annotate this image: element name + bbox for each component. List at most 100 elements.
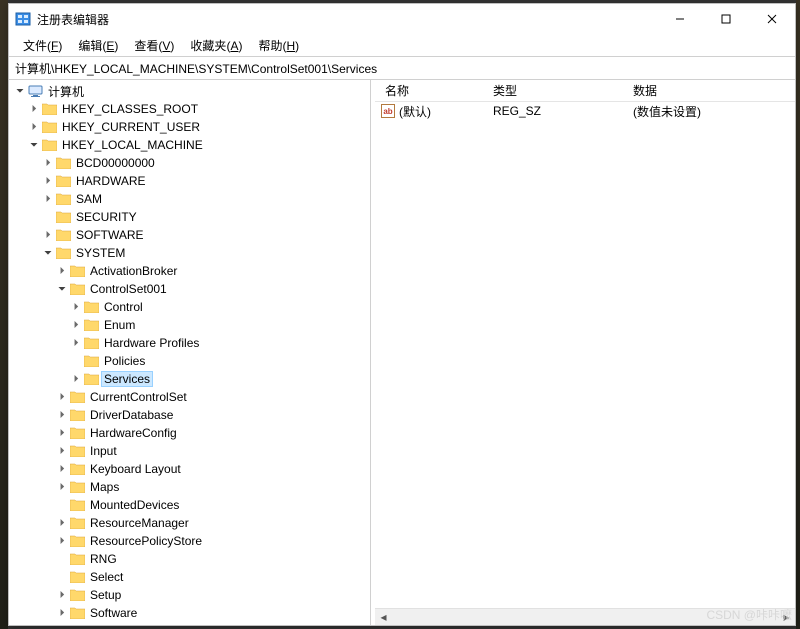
tree-item-label: BCD00000000: [74, 156, 157, 170]
chevron-right-icon[interactable]: ⏵: [69, 318, 83, 332]
tree-item[interactable]: ⏷SYSTEM: [41, 244, 370, 262]
tree-item[interactable]: ⏷ ControlSet001: [55, 280, 370, 298]
chevron-right-icon[interactable]: ⏵: [55, 534, 69, 548]
menu-favorites[interactable]: 收藏夹(A): [182, 35, 250, 56]
menu-view[interactable]: 查看(V): [126, 35, 182, 56]
tree-item[interactable]: Select: [55, 568, 370, 586]
chevron-right-icon[interactable]: ⏵: [55, 606, 69, 620]
tree-item[interactable]: ⏵ HKEY_CURRENT_USER: [27, 118, 370, 136]
chevron-right-icon[interactable]: ⏵: [55, 264, 69, 278]
chevron-down-icon[interactable]: ⏷: [41, 246, 55, 260]
title-bar[interactable]: 注册表编辑器: [9, 4, 795, 34]
tree-item[interactable]: ⏵HARDWARE: [41, 172, 370, 190]
chevron-right-icon[interactable]: ⏵: [69, 372, 83, 386]
tree-item-label: Select: [88, 570, 125, 584]
close-button[interactable]: [749, 4, 795, 34]
tree-item[interactable]: ⏵HardwareConfig: [55, 424, 370, 442]
chevron-right-icon[interactable]: ⏵: [55, 480, 69, 494]
tree-item[interactable]: Policies: [69, 352, 370, 370]
chevron-right-icon[interactable]: ⏵: [27, 102, 41, 116]
chevron-right-icon[interactable]: ⏵: [41, 192, 55, 206]
string-value-icon: ab: [381, 104, 395, 118]
tree-item[interactable]: ⏵SAM: [41, 190, 370, 208]
chevron-right-icon[interactable]: ⏵: [41, 156, 55, 170]
chevron-right-icon[interactable]: ⏵: [41, 228, 55, 242]
scroll-right-icon[interactable]: ▸: [778, 609, 795, 625]
folder-icon: [41, 120, 57, 134]
values-hscrollbar[interactable]: ◂ ▸: [375, 608, 795, 625]
values-list[interactable]: ab(默认)REG_SZ(数值未设置): [375, 102, 795, 608]
tree-item[interactable]: ⏷ HKEY_LOCAL_MACHINE: [27, 136, 370, 154]
tree-item[interactable]: ⏵Keyboard Layout: [55, 460, 370, 478]
chevron-right-icon[interactable]: ⏵: [69, 336, 83, 350]
tree-item-label: ResourcePolicyStore: [88, 534, 204, 548]
tree-item[interactable]: ⏵ Enum: [69, 316, 370, 334]
tree-pane[interactable]: ⏷计算机⏵HKEY_CLASSES_ROOT⏵HKEY_CURRENT_USER…: [9, 80, 371, 625]
tree-item[interactable]: ⏵ Maps: [55, 478, 370, 496]
minimize-button[interactable]: [657, 4, 703, 34]
chevron-right-icon[interactable]: ⏵: [55, 444, 69, 458]
tree-item-label: Maps: [88, 480, 121, 494]
chevron-right-icon: [41, 210, 55, 224]
folder-icon: [83, 300, 99, 314]
col-header-name[interactable]: 名称: [379, 80, 487, 101]
folder-icon: [69, 498, 85, 512]
folder-icon: [69, 462, 85, 476]
chevron-right-icon[interactable]: ⏵: [55, 426, 69, 440]
folder-icon: [69, 390, 85, 404]
value-name: (默认): [399, 103, 431, 120]
tree-item[interactable]: RNG: [55, 550, 370, 568]
tree-item[interactable]: ⏵Hardware Profiles: [69, 334, 370, 352]
tree-item-label: MountedDevices: [88, 498, 181, 512]
chevron-right-icon[interactable]: ⏵: [55, 624, 69, 625]
tree-item[interactable]: ⏵ActivationBroker: [55, 262, 370, 280]
tree-item[interactable]: ⏵Control: [69, 298, 370, 316]
tree-item[interactable]: ⏵State: [55, 622, 370, 625]
menu-help[interactable]: 帮助(H): [250, 35, 307, 56]
tree-item[interactable]: ⏵Services: [69, 370, 370, 388]
menu-edit[interactable]: 编辑(E): [70, 35, 126, 56]
tree-item-label: ControlSet001: [88, 282, 169, 296]
tree-root[interactable]: ⏷计算机: [13, 82, 370, 100]
chevron-right-icon[interactable]: ⏵: [55, 516, 69, 530]
menu-file[interactable]: 文件(F): [15, 35, 70, 56]
folder-icon: [69, 570, 85, 584]
folder-icon: [83, 318, 99, 332]
tree-item[interactable]: ⏵ ResourcePolicyStore: [55, 532, 370, 550]
scroll-left-icon[interactable]: ◂: [375, 609, 392, 625]
chevron-down-icon[interactable]: ⏷: [27, 138, 41, 152]
tree-item[interactable]: ⏵Software: [55, 604, 370, 622]
chevron-right-icon[interactable]: ⏵: [55, 588, 69, 602]
chevron-right-icon[interactable]: ⏵: [41, 174, 55, 188]
chevron-down-icon[interactable]: ⏷: [55, 282, 69, 296]
chevron-right-icon[interactable]: ⏵: [69, 300, 83, 314]
folder-icon: [69, 426, 85, 440]
col-header-data[interactable]: 数据: [627, 80, 795, 101]
chevron-down-icon[interactable]: ⏷: [13, 84, 27, 98]
tree-item-label: SOFTWARE: [74, 228, 146, 242]
chevron-right-icon[interactable]: ⏵: [55, 390, 69, 404]
tree-item[interactable]: ⏵ SOFTWARE: [41, 226, 370, 244]
tree-item[interactable]: ⏵ Setup: [55, 586, 370, 604]
maximize-button[interactable]: [703, 4, 749, 34]
tree-item[interactable]: SECURITY: [41, 208, 370, 226]
tree-item[interactable]: ⏵ BCD00000000: [41, 154, 370, 172]
folder-icon: [69, 624, 85, 625]
chevron-right-icon[interactable]: ⏵: [55, 462, 69, 476]
chevron-right-icon[interactable]: ⏵: [27, 120, 41, 134]
tree-item-label: Setup: [88, 588, 123, 602]
tree-item[interactable]: ⏵DriverDatabase: [55, 406, 370, 424]
tree-item[interactable]: ⏵Input: [55, 442, 370, 460]
tree-item-label: HKEY_LOCAL_MACHINE: [60, 138, 205, 152]
tree-item-label: Enum: [102, 318, 137, 332]
tree-item[interactable]: MountedDevices: [55, 496, 370, 514]
chevron-right-icon[interactable]: ⏵: [55, 408, 69, 422]
tree-item-label: HKEY_CURRENT_USER: [60, 120, 202, 134]
tree-item[interactable]: ⏵CurrentControlSet: [55, 388, 370, 406]
tree-item[interactable]: ⏵ResourceManager: [55, 514, 370, 532]
address-bar[interactable]: 计算机\HKEY_LOCAL_MACHINE\SYSTEM\ControlSet…: [9, 56, 795, 80]
col-header-type[interactable]: 类型: [487, 80, 627, 101]
value-row[interactable]: ab(默认)REG_SZ(数值未设置): [375, 102, 795, 120]
tree-item[interactable]: ⏵HKEY_CLASSES_ROOT: [27, 100, 370, 118]
folder-icon: [55, 156, 71, 170]
